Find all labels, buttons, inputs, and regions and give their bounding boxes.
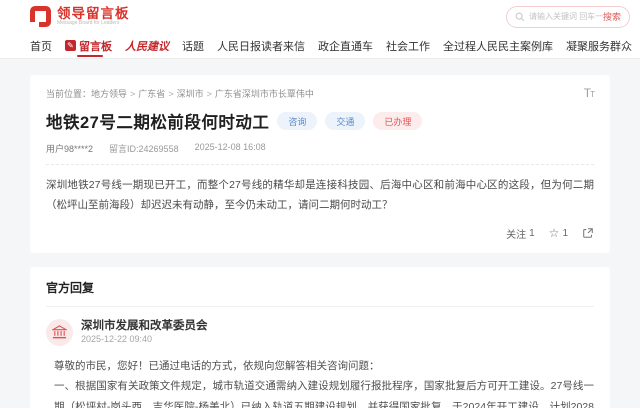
reply-time: 2025-12-22 09:40 [81,334,208,346]
breadcrumb-guangdong[interactable]: 广东省 [138,89,165,99]
top-header: 领导留言板 Message Board for Leaders 搜索 [0,0,640,33]
edit-pencil-icon: ✎ [65,40,76,51]
nav-item-gov-biz-express[interactable]: 政企直通车 [318,33,373,58]
page-title: 地铁27号二期松前段何时动工 [46,109,269,133]
official-reply-card: 官方回复 深圳市发展和改革委员会 2025-12-22 09:40 尊敬的市民，… [30,267,610,408]
nav-item-people-suggestion[interactable]: 人民建议 [125,33,169,58]
star-button[interactable]: ☆ 1 [549,226,568,240]
message-id: 留言ID:24269558 [109,142,179,155]
nav-item-reader-letters[interactable]: 人民日报读者来信 [217,33,305,58]
share-icon [582,227,594,239]
nav-item-message-board[interactable]: ✎ 留言板 [65,33,112,58]
official-reply-heading: 官方回复 [46,279,594,296]
breadcrumb: 当前位置：地方领导>广东省>深圳市>广东省深圳市市长覃伟中 [46,87,314,100]
breadcrumb-shenzhen[interactable]: 深圳市 [177,89,204,99]
breadcrumb-local-leaders[interactable]: 地方领导 [91,89,127,99]
nav-item-home[interactable]: 首页 [30,33,52,58]
breadcrumb-mayor[interactable]: 广东省深圳市市长覃伟中 [215,89,314,99]
tag-traffic: 交通 [325,112,365,130]
font-size-toggle-icon[interactable]: TT [584,87,594,99]
nav-item-social-work[interactable]: 社会工作 [386,33,430,58]
reply-body: 尊敬的市民，您好！已通过电话的方式，依规向您解答相关咨询问题： 一、根据国家有关… [46,356,594,408]
message-content: 深圳地铁27号线一期现已开工，而整个27号线的精华却是连接科技园、后海中心区和前… [46,175,594,216]
site-logo[interactable]: 领导留言板 Message Board for Leaders [30,6,130,27]
logo-title: 领导留言板 [57,7,130,21]
government-building-icon [52,325,67,340]
reply-paragraph: 一、根据国家有关政策文件规定，城市轨道交通需纳入建设规划履行报批程序，国家批复后… [54,376,594,408]
search-box[interactable]: 搜索 [506,6,630,28]
search-button[interactable]: 搜索 [603,10,621,23]
agency-name: 深圳市发展和改革委员会 [81,319,208,334]
tag-consult: 咨询 [277,112,317,130]
divider [46,306,594,307]
logo-subtitle: Message Board for Leaders [57,21,124,26]
logo-speech-bubble-icon [30,6,51,27]
message-author: 用户98****2 [46,142,93,155]
nav-item-topics[interactable]: 话题 [182,33,204,58]
main-nav: 首页 ✎ 留言板 人民建议 话题 人民日报读者来信 政企直通车 社会工作 全过程… [0,33,640,59]
reply-paragraph: 尊敬的市民，您好！已通过电话的方式，依规向您解答相关咨询问题： [54,356,594,376]
share-button[interactable] [582,227,594,239]
nav-item-serve-masses[interactable]: 凝聚服务群众 [566,33,632,58]
nav-item-democracy-cases[interactable]: 全过程人民民主案例库 [443,33,553,58]
follow-button[interactable]: 关注 1 [506,226,535,241]
search-icon [515,12,525,22]
message-card: 当前位置：地方领导>广东省>深圳市>广东省深圳市市长覃伟中 TT 地铁27号二期… [30,75,610,253]
search-input[interactable] [529,12,603,21]
star-icon: ☆ [549,226,560,240]
message-time: 2025-12-08 16:08 [195,142,266,155]
agency-avatar [46,319,73,346]
tag-status-handled: 已办理 [373,112,422,130]
